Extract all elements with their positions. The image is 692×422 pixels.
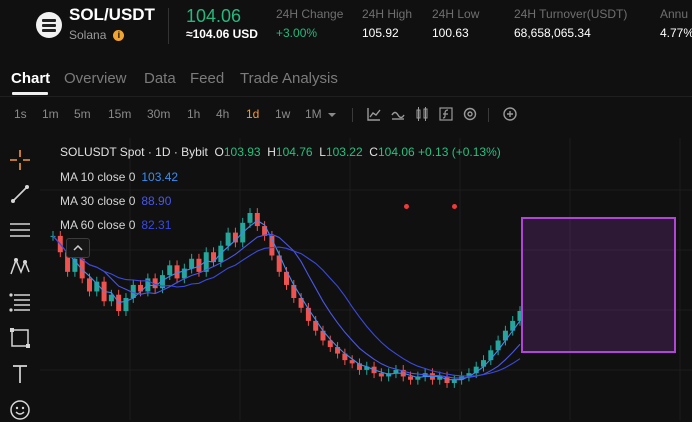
shape-icon[interactable] [8, 326, 32, 350]
stat-value: +3.00% [276, 26, 318, 40]
stat-label: 24H Low [432, 7, 480, 21]
stat-value: 100.63 [432, 26, 469, 40]
toolbar-divider [352, 108, 353, 122]
timeframe-1h[interactable]: 1h [187, 107, 200, 121]
pattern-icon[interactable] [8, 254, 32, 278]
tab-data[interactable]: Data [144, 70, 176, 87]
timeframe-1s[interactable]: 1s [14, 107, 27, 121]
stat-24h-turnover: 24H Turnover(USDT) 68,658,065.34 [514, 7, 627, 40]
candle-body [86, 278, 92, 292]
ma-value: 103.42 [141, 170, 179, 184]
last-price: 104.06 [186, 6, 242, 26]
candle-body [481, 360, 487, 367]
timeframe-1d[interactable]: 1d [246, 107, 259, 121]
chevron-down-icon[interactable] [326, 109, 338, 121]
stat-24h-low: 24H Low 100.63 [432, 7, 479, 40]
collapse-legend-button[interactable] [66, 238, 90, 258]
stat-value: 105.92 [362, 26, 399, 40]
ma-label: MA 60 close 0 [60, 218, 136, 232]
trend-line-icon[interactable] [8, 182, 32, 206]
solana-logo-icon [36, 12, 62, 38]
stat-annual: Annu 4.77% [660, 7, 692, 40]
candle-body [254, 213, 260, 227]
chart-style-icon[interactable] [390, 106, 406, 122]
tab-chart[interactable]: Chart [11, 70, 50, 87]
candle-body [189, 258, 195, 269]
drawn-rectangle[interactable] [521, 217, 676, 353]
crosshair-icon[interactable] [8, 148, 32, 172]
legend-close: 104.06 [377, 145, 415, 159]
coin-name: Solana i [69, 28, 125, 42]
stat-label: Annu [660, 7, 689, 21]
add-icon[interactable] [502, 106, 518, 122]
ma-line [52, 235, 521, 377]
legend-symbol: SOLUSDT Spot · 1D · Bybit [60, 145, 208, 159]
candle-body [247, 213, 253, 223]
coin-name-label: Solana [69, 28, 107, 42]
candle-body [79, 258, 85, 279]
stat-label: 24H High [362, 7, 413, 21]
toolbar-divider [488, 108, 489, 122]
candle-body [232, 232, 238, 243]
timeframe-4h[interactable]: 4h [216, 107, 229, 121]
timeframe-1M[interactable]: 1M [305, 107, 322, 121]
moving-average-lines [52, 219, 521, 381]
timeframe-5m[interactable]: 5m [74, 107, 91, 121]
tab-feed[interactable]: Feed [190, 70, 224, 87]
fib-icon[interactable] [8, 290, 32, 314]
stat-value: 68,658,065.34 [514, 26, 591, 40]
ma-label: MA 30 close 0 [60, 194, 136, 208]
stat-24h-high: 24H High 105.92 [362, 7, 412, 40]
emoji-icon[interactable] [8, 398, 32, 422]
active-tab-indicator [12, 92, 48, 95]
candle-body [225, 232, 231, 246]
horizontal-lines-icon[interactable] [8, 218, 32, 242]
ma-legend-10[interactable]: MA 10 close 0 103.42 [60, 170, 178, 184]
tab-trade-analysis[interactable]: Trade Analysis [240, 70, 338, 87]
header-divider [168, 8, 169, 44]
ma-value: 88.90 [141, 194, 172, 208]
indicators-icon[interactable] [366, 106, 382, 122]
candle-body [378, 373, 384, 377]
view-tabs: Chart Overview Data Feed Trade Analysis [0, 60, 692, 97]
candles [50, 208, 523, 388]
chart-toolbar: 1s 1m 5m 15m 30m 1h 4h 1d 1w 1M [0, 100, 692, 209]
timeframe-30m[interactable]: 30m [147, 107, 170, 121]
info-icon[interactable]: i [113, 30, 125, 41]
tab-overview[interactable]: Overview [64, 70, 127, 87]
settings-icon[interactable] [462, 106, 478, 122]
formula-icon[interactable] [438, 106, 454, 122]
ma-legend-30[interactable]: MA 30 close 0 88.90 [60, 194, 171, 208]
timeframe-15m[interactable]: 15m [108, 107, 131, 121]
ma-line [52, 233, 521, 379]
timeframe-1w[interactable]: 1w [275, 107, 290, 121]
pair-title[interactable]: SOL/USDT [69, 5, 155, 25]
chevron-up-icon [73, 244, 83, 251]
legend-low: 103.22 [325, 145, 363, 159]
ohlc-legend: SOLUSDT Spot · 1D · Bybit O103.93 H104.7… [60, 145, 501, 159]
text-icon[interactable] [8, 362, 32, 386]
ma-value: 82.31 [141, 218, 172, 232]
candle-body [167, 265, 173, 276]
stat-value: 4.77% [660, 26, 692, 40]
legend-change: +0.13 (+0.13%) [418, 145, 501, 159]
stat-label: 24H Change [276, 7, 344, 21]
drawing-toolbar [0, 140, 40, 420]
ma-legend-60[interactable]: MA 60 close 0 82.31 [60, 218, 171, 232]
ticker-header: SOL/USDT Solana i 104.06 ≈104.06 USD 24H … [0, 0, 692, 56]
legend-open: 103.93 [223, 145, 261, 159]
fiat-price: ≈104.06 USD [186, 27, 258, 41]
timeframe-1m[interactable]: 1m [42, 107, 59, 121]
stat-label: 24H Turnover(USDT) [514, 7, 628, 21]
ma-label: MA 10 close 0 [60, 170, 136, 184]
candle-type-icon[interactable] [414, 106, 430, 122]
legend-high: 104.76 [275, 145, 313, 159]
stat-24h-change: 24H Change +3.00% [276, 7, 343, 40]
candle-body [408, 376, 414, 380]
